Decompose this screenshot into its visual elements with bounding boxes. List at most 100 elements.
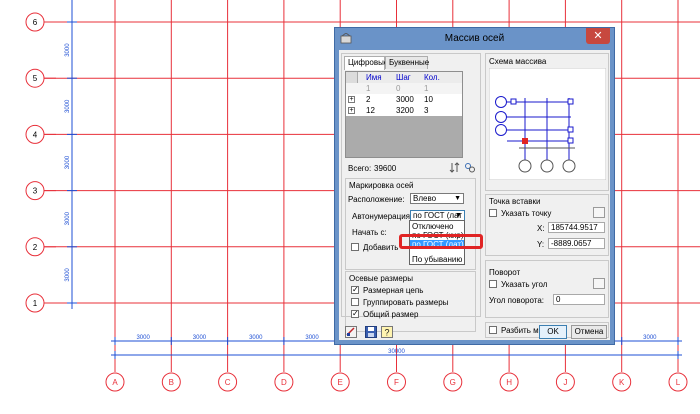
column-axis-label: K (619, 378, 625, 387)
autonumber-label: Автонумерация: (352, 212, 413, 221)
cell-name[interactable]: 12 (366, 105, 375, 116)
column-axis-label: B (169, 378, 174, 387)
cell-count: 1 (424, 84, 429, 93)
position-value: Влево (413, 194, 437, 203)
column-dimension-label: 3000 (136, 335, 150, 341)
dialog-titlebar[interactable]: Массив осей ✕ (335, 28, 614, 50)
save-icon[interactable] (365, 326, 377, 338)
expand-toggle[interactable]: + (348, 96, 355, 103)
header-step: Шаг (396, 73, 411, 82)
pick-point-label: Указать точку (501, 209, 552, 218)
dialog-client: Цифровые Буквенные Имя Шаг Кол. 1 0 1 + … (339, 50, 610, 340)
overall-checkbox[interactable] (351, 308, 359, 319)
chevron-down-icon: ▼ (455, 212, 462, 219)
position-select[interactable]: Влево ▼ (410, 193, 464, 204)
row-dimension-label: 3000 (65, 268, 71, 282)
sort-icon[interactable] (449, 162, 461, 173)
column-axis-label: F (394, 378, 399, 387)
axis-table[interactable]: Имя Шаг Кол. 1 0 1 + 2 3000 10 + 12 3200… (345, 71, 463, 158)
column-axis-label: L (676, 378, 681, 387)
group-dims-checkbox[interactable] (351, 298, 359, 306)
ok-button[interactable]: OK (539, 325, 567, 339)
angle-label: Угол поворота: (489, 296, 544, 305)
svg-text:?: ? (384, 328, 389, 338)
cell-count[interactable]: 3 (424, 105, 428, 116)
table-row[interactable]: 1 0 1 (346, 83, 462, 94)
position-label: Расположение: (348, 195, 405, 204)
header-name: Имя (366, 73, 382, 82)
marking-group-title: Маркировка осей (349, 181, 414, 190)
cancel-button[interactable]: Отмена (571, 325, 607, 339)
column-axis-label: H (506, 378, 512, 387)
dropdown-option[interactable]: По убыванию (410, 255, 464, 264)
table-row[interactable]: + 12 3200 3 (346, 105, 462, 116)
pick-angle-label: Указать угол (501, 280, 548, 289)
dialog-title: Массив осей (444, 33, 505, 44)
column-dimension-label: 3000 (305, 335, 319, 341)
chain-label: Размерная цепь (363, 286, 424, 295)
scheme-preview (489, 68, 606, 180)
column-dimension-label: 3000 (249, 335, 263, 341)
rotate-group-title: Поворот (489, 268, 521, 277)
scheme-title: Схема массива (489, 57, 547, 66)
column-axis-label: G (450, 378, 456, 387)
chevron-down-icon: ▼ (454, 195, 461, 202)
add-label: Добавить (363, 243, 399, 252)
dropdown-option[interactable]: Отключено (410, 222, 464, 231)
tab-letters[interactable]: Буквенные (385, 56, 429, 69)
group-dims-label: Группировать размеры (363, 298, 449, 307)
chain-checkbox[interactable] (351, 284, 359, 295)
axis-array-dialog: Массив осей ✕ Цифровые Буквенные Имя Шаг… (334, 27, 615, 345)
y-label: Y: (537, 240, 545, 249)
total-label: Всего: (348, 164, 372, 173)
row-axis-label: 5 (33, 74, 38, 83)
cell-step: 0 (396, 84, 401, 93)
y-input[interactable]: -8889.0657 (548, 238, 605, 249)
row-dimension-label: 3000 (65, 211, 71, 225)
help-icon[interactable]: ? (381, 326, 393, 338)
cell-name[interactable]: 2 (366, 94, 370, 105)
break-checkbox[interactable] (489, 326, 497, 334)
close-button[interactable]: ✕ (586, 28, 610, 44)
column-dimension-label: 3000 (643, 335, 657, 341)
column-axis-label: C (225, 378, 231, 387)
column-axis-label: E (338, 378, 343, 387)
column-axis-label: J (563, 378, 567, 387)
header-corner (346, 72, 358, 83)
start-label: Начать с: (352, 228, 387, 237)
row-dimension-label: 3000 (65, 99, 71, 113)
cell-step[interactable]: 3000 (396, 94, 414, 105)
tab-digital[interactable]: Цифровые (344, 56, 388, 70)
row-dimension-label: 3000 (65, 155, 71, 169)
x-label: X: (537, 224, 545, 233)
cell-name: 1 (366, 84, 371, 93)
table-row[interactable]: + 2 3000 10 (346, 94, 462, 105)
insert-group-title: Точка вставки (489, 197, 541, 206)
table-header: Имя Шаг Кол. (346, 72, 462, 83)
pick-point-icon[interactable] (593, 207, 605, 218)
cell-count[interactable]: 10 (424, 94, 433, 105)
annotation-highlight (399, 234, 483, 249)
column-axis-label: A (112, 378, 118, 387)
header-count: Кол. (424, 73, 440, 82)
row-axis-label: 2 (33, 243, 38, 252)
settings-icon[interactable] (464, 162, 476, 173)
cell-step[interactable]: 3200 (396, 105, 414, 116)
total-value: 39600 (374, 164, 397, 173)
dims-group-title: Осевые размеры (349, 274, 413, 283)
expand-toggle[interactable]: + (348, 107, 355, 114)
pick-angle-checkbox[interactable] (489, 280, 497, 288)
overall-label: Общий размер (363, 310, 419, 319)
column-axis-label: D (281, 378, 287, 387)
pick-angle-icon[interactable] (593, 278, 605, 289)
angle-input[interactable]: 0 (553, 294, 605, 305)
add-checkbox[interactable] (351, 243, 359, 251)
pick-point-checkbox[interactable] (489, 209, 497, 217)
x-input[interactable]: 185744.9517 (548, 222, 605, 233)
row-axis-label: 6 (33, 18, 38, 27)
row-dimension-label: 3000 (65, 43, 71, 57)
row-axis-label: 3 (33, 187, 38, 196)
column-dimension-label: 3000 (193, 335, 207, 341)
row-axis-label: 4 (33, 130, 38, 139)
draw-icon[interactable] (345, 326, 357, 338)
